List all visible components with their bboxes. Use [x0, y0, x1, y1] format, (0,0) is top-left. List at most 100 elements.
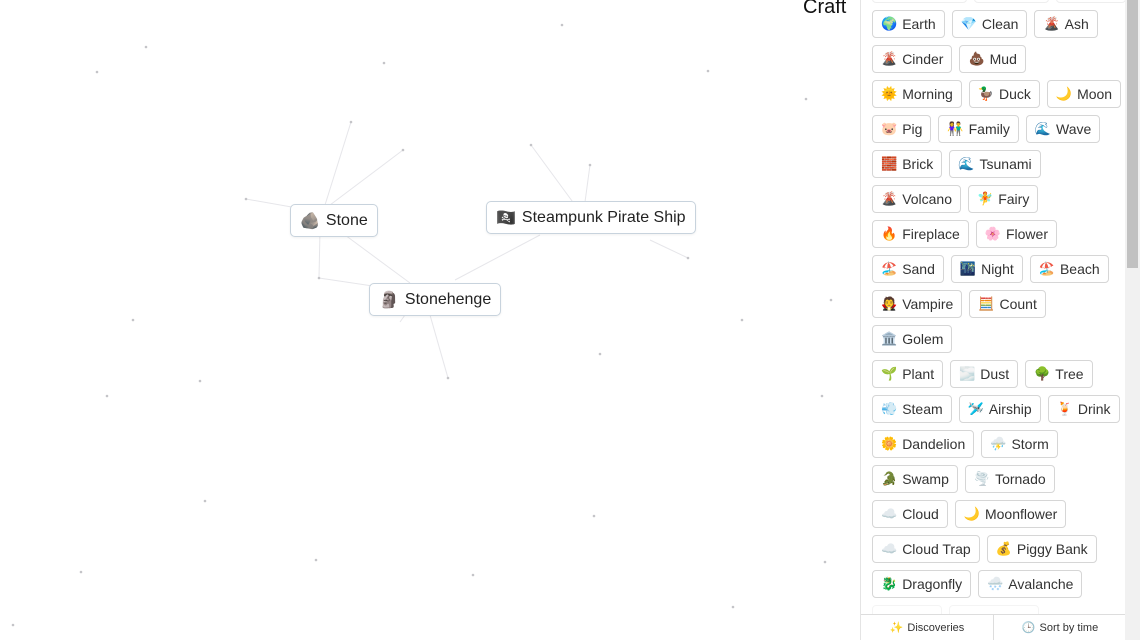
sparkle-icon: ✨	[889, 622, 904, 634]
sidebar-row: 🧱 Brick 🌊 Tsunami	[872, 150, 1126, 185]
sidebar-row: ☁️ Cloud 🌙 Moonflower	[872, 500, 1126, 535]
sidebar-row: 🧛 Vampire 🧮 Count	[872, 290, 1126, 325]
connection-line	[344, 234, 411, 284]
item-label: Pig	[902, 121, 923, 137]
scrollbar-thumb[interactable]	[1127, 0, 1138, 268]
sidebar-footer: ✨ Discoveries 🕒 Sort by time	[861, 614, 1126, 640]
sidebar-item[interactable]: 🔥 Fireplace	[872, 220, 969, 248]
sidebar-item[interactable]: 🐷 Pig	[872, 115, 932, 143]
background-dot	[740, 318, 744, 322]
sidebar-item[interactable]: 🧛 Vampire	[872, 290, 963, 318]
item-label: Mud	[989, 51, 1017, 67]
background-dot	[105, 394, 109, 398]
item-emoji-icon: 💎	[960, 16, 977, 31]
sidebar-item[interactable]: 🦆 Duck	[968, 80, 1040, 108]
item-label: Volcano	[902, 191, 953, 207]
item-emoji-icon: 🌞	[881, 86, 898, 101]
sidebar-item[interactable]: 🌸 Flower	[975, 220, 1057, 248]
background-dot	[471, 573, 475, 577]
item-emoji-icon: 🌨️	[987, 576, 1004, 591]
sidebar-item[interactable]: 👫 Family	[938, 115, 1019, 143]
sidebar-item[interactable]: 🌊 Wave	[1025, 115, 1101, 143]
sidebar-item[interactable]: ☁️ Cloud	[872, 500, 948, 528]
sidebar-item[interactable]: 🌙 Moonflower	[954, 500, 1067, 528]
item-emoji-icon: 🧛	[881, 296, 898, 311]
item-emoji-icon: 💨	[881, 401, 898, 416]
item-emoji-icon: 🦆	[977, 86, 994, 101]
sidebar-item[interactable]: 🏛️ Golem	[872, 325, 953, 353]
sidebar-item[interactable]: 💎 Clean	[951, 10, 1028, 38]
sidebar-item[interactable]	[974, 0, 1049, 3]
sidebar-item[interactable]: 💰 Piggy Bank	[986, 535, 1097, 563]
sidebar-item[interactable]: 🏖️ Beach	[1029, 255, 1109, 283]
sidebar-item[interactable]: 🌋 Ash	[1034, 10, 1098, 38]
item-label: Clean	[981, 16, 1019, 32]
item-emoji-icon: 🌱	[881, 366, 898, 381]
item-emoji-icon: 🌫️	[959, 366, 976, 381]
sidebar-item[interactable]: 🧚 Fairy	[968, 185, 1039, 213]
sidebar-row: 🌍 Earth 💎 Clean 🌋 Ash	[872, 10, 1126, 45]
background-dot	[560, 23, 564, 27]
item-emoji-icon: 🐷	[881, 121, 898, 136]
connection-line	[649, 239, 689, 259]
sidebar-item[interactable]: 🌍 Earth	[872, 10, 945, 38]
item-label: Swamp	[902, 471, 949, 487]
craft-canvas[interactable]	[0, 0, 860, 640]
sidebar-item[interactable]: 🐊 Swamp	[872, 465, 958, 493]
sidebar-item[interactable]	[1056, 0, 1126, 3]
sidebar-item[interactable]: 🌙 Moon	[1046, 80, 1122, 108]
item-emoji-icon: 🌸	[984, 226, 1001, 241]
sidebar-row: 🔥 Fireplace 🌸 Flower	[872, 220, 1126, 255]
item-emoji-icon: 🌳	[1034, 366, 1051, 381]
sidebar-item[interactable]: 🌋 Volcano	[872, 185, 962, 213]
sidebar-item[interactable]: 🌪️ Tornado	[964, 465, 1055, 493]
sidebar-row: 🏖️ Sand 🌃 Night 🏖️ Beach	[872, 255, 1126, 290]
item-label: Cinder	[902, 51, 944, 67]
sidebar-item[interactable]: 🌱 Plant	[872, 360, 944, 388]
item-emoji-icon: 🌋	[881, 51, 898, 66]
item-label: Flower	[1005, 226, 1048, 242]
background-dot	[401, 148, 405, 152]
sidebar-item[interactable]: ☁️ Cloud Trap	[872, 535, 980, 563]
item-emoji-icon: 🌙	[1055, 86, 1073, 101]
canvas-element[interactable]: 🪨 Stone	[290, 204, 378, 237]
sidebar-item[interactable]: 🧱 Brick	[872, 150, 943, 178]
item-emoji-icon: 🌋	[881, 191, 898, 206]
sidebar-item[interactable]: 🌳 Tree	[1025, 360, 1093, 388]
sidebar-item[interactable]: 🏖️ Sand	[872, 255, 944, 283]
sidebar-item[interactable]: 🍹 Drink	[1047, 395, 1120, 423]
sidebar-item[interactable]: 🌫️ Dust	[950, 360, 1019, 388]
sidebar-item[interactable]: 🌨️ Avalanche	[978, 570, 1083, 598]
sidebar-item[interactable]: 🌼 Dandelion	[872, 430, 975, 458]
item-label: Steam	[902, 401, 943, 417]
item-emoji-icon: ⛈️	[990, 436, 1007, 451]
item-emoji-icon: 💩	[968, 51, 985, 66]
item-emoji-icon: 🛩️	[967, 401, 984, 416]
background-dot	[244, 197, 248, 201]
canvas-element[interactable]: 🏴‍☠️ Steampunk Pirate Ship	[486, 201, 696, 234]
sidebar-item[interactable]: 💩 Mud	[959, 45, 1026, 73]
sidebar-item[interactable]: 🌋 Cinder	[872, 45, 953, 73]
sidebar-item[interactable]: 🌊 Tsunami	[949, 150, 1041, 178]
sidebar-item[interactable]: ⛈️ Storm	[981, 430, 1058, 458]
sidebar-item[interactable]: 💨 Steam	[872, 395, 952, 423]
sidebar-item[interactable]	[872, 0, 967, 3]
background-dot	[706, 69, 710, 73]
background-dot	[686, 256, 690, 260]
connection-line	[429, 314, 449, 379]
sidebar-row: ☁️ Cloud Trap 💰 Piggy Bank	[872, 535, 1126, 570]
sidebar-item[interactable]: 🌃 Night	[950, 255, 1023, 283]
sidebar-item[interactable]: 🐉 Dragonfly	[872, 570, 972, 598]
sidebar-item[interactable]: 🌞 Morning	[872, 80, 962, 108]
sort-by-time-button[interactable]: 🕒 Sort by time	[993, 615, 1126, 640]
item-label: Family	[968, 121, 1010, 137]
canvas-element[interactable]: 🗿 Stonehenge	[369, 283, 502, 316]
item-emoji-icon: 🌃	[959, 261, 977, 276]
item-label: Airship	[988, 401, 1032, 417]
sidebar-item[interactable]: 🧮 Count	[969, 290, 1046, 318]
discoveries-button[interactable]: ✨ Discoveries	[861, 615, 993, 640]
item-label: Count	[999, 296, 1037, 312]
sidebar-row: 🐷 Pig 👫 Family 🌊 Wave	[872, 115, 1126, 150]
scrollbar[interactable]	[1125, 0, 1140, 640]
sidebar-item[interactable]: 🛩️ Airship	[958, 395, 1041, 423]
